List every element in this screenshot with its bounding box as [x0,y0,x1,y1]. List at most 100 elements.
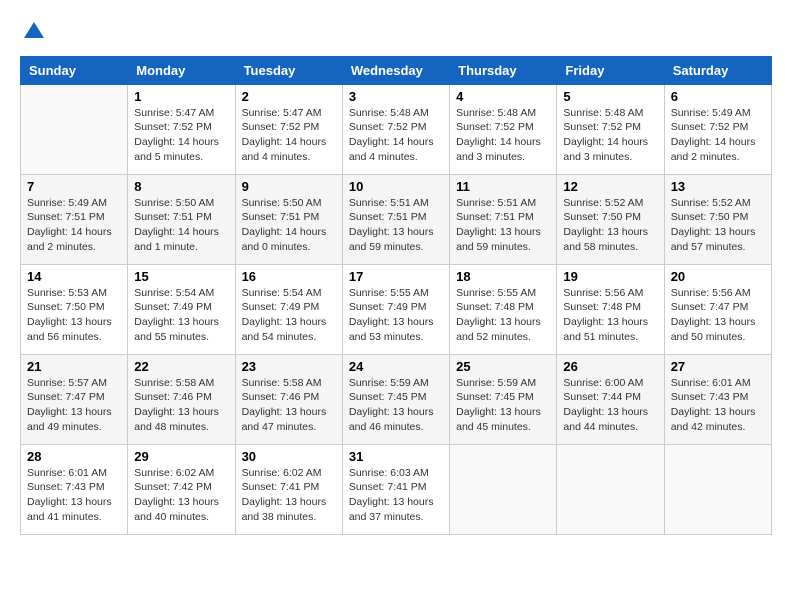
day-number: 27 [671,359,765,374]
calendar-cell: 25 Sunrise: 5:59 AMSunset: 7:45 PMDayligh… [450,354,557,444]
header-row: SundayMondayTuesdayWednesdayThursdayFrid… [21,56,772,84]
day-number: 15 [134,269,228,284]
calendar-cell [450,444,557,534]
day-info: Sunrise: 6:02 AMSunset: 7:42 PMDaylight:… [134,466,228,525]
calendar-cell: 2 Sunrise: 5:47 AMSunset: 7:52 PMDaylight… [235,84,342,174]
day-info: Sunrise: 5:50 AMSunset: 7:51 PMDaylight:… [242,196,336,255]
col-header-tuesday: Tuesday [235,56,342,84]
week-row-4: 21Sunrise: 5:57 AMSunset: 7:47 PMDayligh… [21,354,772,444]
col-header-saturday: Saturday [664,56,771,84]
day-number: 25 [456,359,550,374]
day-number: 30 [242,449,336,464]
day-number: 28 [27,449,121,464]
calendar-cell: 28 Sunrise: 6:01 AMSunset: 7:43 PMDayligh… [21,444,128,534]
calendar-body: 1 Sunrise: 5:47 AMSunset: 7:52 PMDaylight… [21,84,772,534]
col-header-friday: Friday [557,56,664,84]
day-number: 4 [456,89,550,104]
day-info: Sunrise: 5:49 AMSunset: 7:51 PMDaylight:… [27,196,121,255]
calendar-cell: 5 Sunrise: 5:48 AMSunset: 7:52 PMDaylight… [557,84,664,174]
day-number: 14 [27,269,121,284]
calendar-cell: 15 Sunrise: 5:54 AMSunset: 7:49 PMDayligh… [128,264,235,354]
day-info: Sunrise: 5:58 AMSunset: 7:46 PMDaylight:… [134,376,228,435]
day-number: 31 [349,449,443,464]
calendar-cell: 16 Sunrise: 5:54 AMSunset: 7:49 PMDayligh… [235,264,342,354]
calendar-cell: 27 Sunrise: 6:01 AMSunset: 7:43 PMDayligh… [664,354,771,444]
day-info: Sunrise: 5:47 AMSunset: 7:52 PMDaylight:… [242,106,336,165]
week-row-1: 1 Sunrise: 5:47 AMSunset: 7:52 PMDaylight… [21,84,772,174]
calendar-cell: 29 Sunrise: 6:02 AMSunset: 7:42 PMDayligh… [128,444,235,534]
day-number: 23 [242,359,336,374]
day-info: Sunrise: 5:56 AMSunset: 7:48 PMDaylight:… [563,286,657,345]
calendar-cell: 17Sunrise: 5:55 AMSunset: 7:49 PMDayligh… [342,264,449,354]
day-number: 20 [671,269,765,284]
day-info: Sunrise: 6:02 AMSunset: 7:41 PMDaylight:… [242,466,336,525]
day-info: Sunrise: 5:59 AMSunset: 7:45 PMDaylight:… [456,376,550,435]
calendar-cell: 12Sunrise: 5:52 AMSunset: 7:50 PMDayligh… [557,174,664,264]
calendar-cell: 20 Sunrise: 5:56 AMSunset: 7:47 PMDayligh… [664,264,771,354]
calendar-cell: 21Sunrise: 5:57 AMSunset: 7:47 PMDayligh… [21,354,128,444]
calendar-table: SundayMondayTuesdayWednesdayThursdayFrid… [20,56,772,535]
calendar-cell: 13 Sunrise: 5:52 AMSunset: 7:50 PMDayligh… [664,174,771,264]
day-number: 2 [242,89,336,104]
calendar-cell: 10Sunrise: 5:51 AMSunset: 7:51 PMDayligh… [342,174,449,264]
day-number: 6 [671,89,765,104]
calendar-cell: 9 Sunrise: 5:50 AMSunset: 7:51 PMDaylight… [235,174,342,264]
day-info: Sunrise: 5:51 AMSunset: 7:51 PMDaylight:… [349,196,443,255]
calendar-cell: 26 Sunrise: 6:00 AMSunset: 7:44 PMDayligh… [557,354,664,444]
calendar-cell: 14 Sunrise: 5:53 AMSunset: 7:50 PMDayligh… [21,264,128,354]
week-row-5: 28 Sunrise: 6:01 AMSunset: 7:43 PMDayligh… [21,444,772,534]
day-info: Sunrise: 5:54 AMSunset: 7:49 PMDaylight:… [134,286,228,345]
calendar-cell: 22 Sunrise: 5:58 AMSunset: 7:46 PMDayligh… [128,354,235,444]
day-number: 22 [134,359,228,374]
day-number: 1 [134,89,228,104]
day-number: 24 [349,359,443,374]
day-info: Sunrise: 5:49 AMSunset: 7:52 PMDaylight:… [671,106,765,165]
day-number: 11 [456,179,550,194]
day-info: Sunrise: 5:58 AMSunset: 7:46 PMDaylight:… [242,376,336,435]
day-number: 29 [134,449,228,464]
calendar-cell [664,444,771,534]
day-number: 7 [27,179,121,194]
logo-icon [22,20,46,40]
calendar-cell: 19 Sunrise: 5:56 AMSunset: 7:48 PMDayligh… [557,264,664,354]
day-info: Sunrise: 5:48 AMSunset: 7:52 PMDaylight:… [456,106,550,165]
calendar-cell: 31 Sunrise: 6:03 AMSunset: 7:41 PMDayligh… [342,444,449,534]
day-info: Sunrise: 5:53 AMSunset: 7:50 PMDaylight:… [27,286,121,345]
day-info: Sunrise: 5:48 AMSunset: 7:52 PMDaylight:… [349,106,443,165]
col-header-thursday: Thursday [450,56,557,84]
day-number: 13 [671,179,765,194]
calendar-cell: 24Sunrise: 5:59 AMSunset: 7:45 PMDayligh… [342,354,449,444]
day-info: Sunrise: 5:48 AMSunset: 7:52 PMDaylight:… [563,106,657,165]
day-info: Sunrise: 5:56 AMSunset: 7:47 PMDaylight:… [671,286,765,345]
day-number: 5 [563,89,657,104]
day-number: 3 [349,89,443,104]
calendar-cell: 6 Sunrise: 5:49 AMSunset: 7:52 PMDaylight… [664,84,771,174]
day-info: Sunrise: 5:54 AMSunset: 7:49 PMDaylight:… [242,286,336,345]
day-info: Sunrise: 6:01 AMSunset: 7:43 PMDaylight:… [671,376,765,435]
page-header [20,20,772,46]
day-info: Sunrise: 5:52 AMSunset: 7:50 PMDaylight:… [671,196,765,255]
day-info: Sunrise: 6:03 AMSunset: 7:41 PMDaylight:… [349,466,443,525]
day-number: 16 [242,269,336,284]
day-number: 9 [242,179,336,194]
calendar-cell: 7 Sunrise: 5:49 AMSunset: 7:51 PMDaylight… [21,174,128,264]
calendar-cell: 23 Sunrise: 5:58 AMSunset: 7:46 PMDayligh… [235,354,342,444]
calendar-cell: 8Sunrise: 5:50 AMSunset: 7:51 PMDaylight… [128,174,235,264]
col-header-monday: Monday [128,56,235,84]
day-info: Sunrise: 5:51 AMSunset: 7:51 PMDaylight:… [456,196,550,255]
day-info: Sunrise: 5:55 AMSunset: 7:48 PMDaylight:… [456,286,550,345]
calendar-cell: 3 Sunrise: 5:48 AMSunset: 7:52 PMDaylight… [342,84,449,174]
calendar-cell: 1Sunrise: 5:47 AMSunset: 7:52 PMDaylight… [128,84,235,174]
day-info: Sunrise: 5:52 AMSunset: 7:50 PMDaylight:… [563,196,657,255]
logo [20,20,46,46]
day-number: 26 [563,359,657,374]
day-number: 19 [563,269,657,284]
day-number: 18 [456,269,550,284]
week-row-3: 14 Sunrise: 5:53 AMSunset: 7:50 PMDayligh… [21,264,772,354]
day-number: 17 [349,269,443,284]
day-info: Sunrise: 5:50 AMSunset: 7:51 PMDaylight:… [134,196,228,255]
calendar-cell: 18 Sunrise: 5:55 AMSunset: 7:48 PMDayligh… [450,264,557,354]
day-info: Sunrise: 6:01 AMSunset: 7:43 PMDaylight:… [27,466,121,525]
day-info: Sunrise: 6:00 AMSunset: 7:44 PMDaylight:… [563,376,657,435]
calendar-cell [557,444,664,534]
